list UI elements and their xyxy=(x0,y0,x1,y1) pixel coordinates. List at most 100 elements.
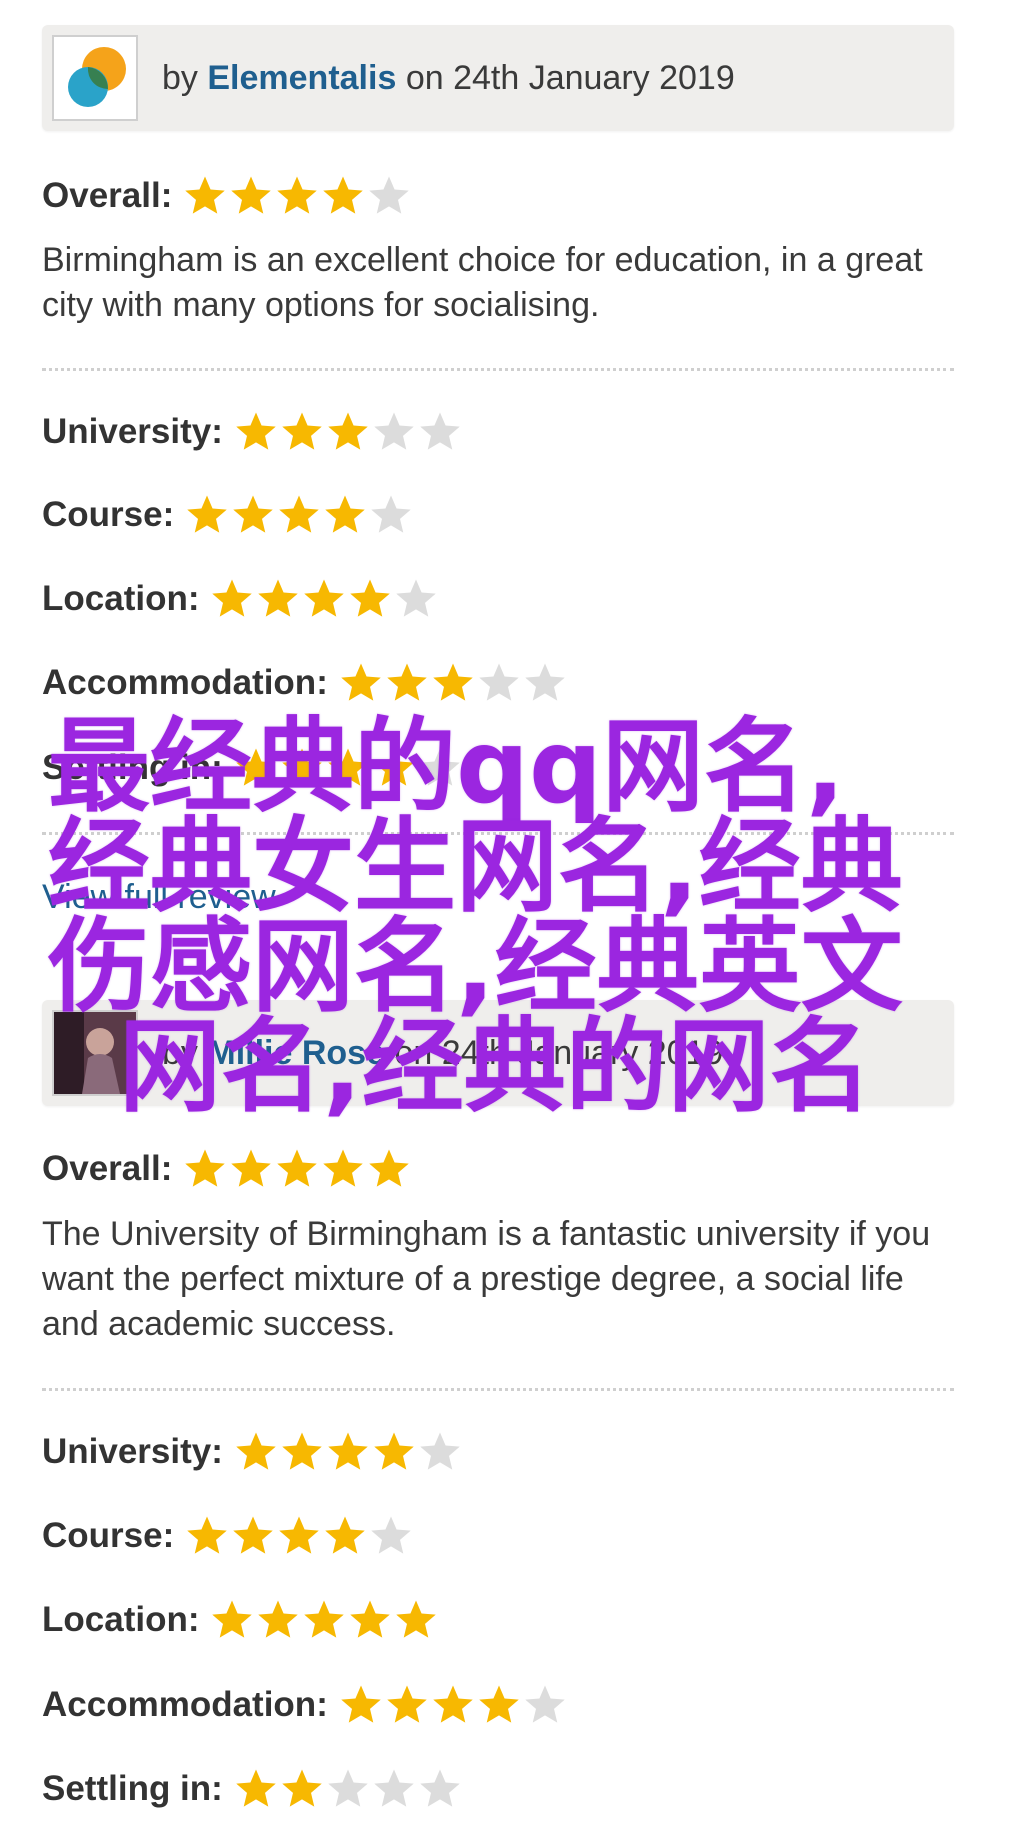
star-filled-icon xyxy=(233,1516,273,1554)
rating-course: Course: xyxy=(42,1508,414,1564)
star-filled-icon xyxy=(325,1516,365,1554)
star-filled-icon xyxy=(374,1432,414,1470)
star-filled-icon xyxy=(233,495,273,533)
star-rating xyxy=(233,409,463,455)
star-filled-icon xyxy=(185,176,226,214)
star-filled-icon xyxy=(350,1600,391,1638)
star-rating xyxy=(184,492,414,538)
star-filled-icon xyxy=(231,1149,272,1187)
star-filled-icon xyxy=(279,1516,319,1554)
star-filled-icon xyxy=(277,176,318,214)
author-link[interactable]: Elementalis xyxy=(207,59,396,97)
rating-accommodation: Accommodation: xyxy=(42,1677,568,1733)
star-filled-icon xyxy=(277,1149,318,1187)
overall-rating: Overall: xyxy=(42,168,412,224)
star-filled-icon xyxy=(187,495,227,533)
overall-rating: Overall: xyxy=(42,1141,412,1197)
review-text: The University of Birmingham is a fantas… xyxy=(42,1215,931,1343)
star-rating xyxy=(209,1597,439,1643)
star-empty-icon xyxy=(369,176,410,214)
star-filled-icon xyxy=(212,1600,253,1638)
star-filled-icon xyxy=(282,412,322,450)
rating-label: University: xyxy=(42,412,223,451)
star-filled-icon xyxy=(258,1600,299,1638)
star-empty-icon xyxy=(396,579,437,617)
rating-settling-in: Settling in: xyxy=(42,1761,463,1817)
star-filled-icon xyxy=(328,1432,368,1470)
review-byline: by Elementalis on 24th January 2019 xyxy=(162,25,735,131)
star-empty-icon xyxy=(371,495,411,533)
by-label: by xyxy=(162,59,198,97)
divider xyxy=(42,1388,954,1391)
star-filled-icon xyxy=(323,176,364,214)
star-filled-icon xyxy=(328,412,368,450)
rating-label: Accommodation: xyxy=(42,1685,328,1724)
rating-label: Location: xyxy=(42,579,200,618)
avatar[interactable] xyxy=(52,35,138,121)
star-filled-icon xyxy=(479,1685,519,1723)
rating-course: Course: xyxy=(42,487,414,543)
review-text: Birmingham is an excellent choice for ed… xyxy=(42,241,923,324)
star-rating xyxy=(182,173,412,219)
overlay-title: 最经典的qq网名, 经典女生网名,经典 伤感网名,经典英文 网名,经典的网名 xyxy=(48,708,903,1127)
star-filled-icon xyxy=(323,1149,364,1187)
star-filled-icon xyxy=(236,1432,276,1470)
star-rating xyxy=(182,1146,412,1192)
star-filled-icon xyxy=(369,1149,410,1187)
star-filled-icon xyxy=(387,663,427,701)
star-filled-icon xyxy=(433,663,473,701)
rating-label: Accommodation: xyxy=(42,663,328,702)
rating-university: University: xyxy=(42,1424,463,1480)
star-rating xyxy=(209,576,439,622)
star-filled-icon xyxy=(231,176,272,214)
star-filled-icon xyxy=(185,1149,226,1187)
star-filled-icon xyxy=(433,1685,473,1723)
rating-label: Course: xyxy=(42,1516,175,1555)
star-filled-icon xyxy=(325,495,365,533)
star-filled-icon xyxy=(304,1600,345,1638)
star-filled-icon xyxy=(236,1769,276,1807)
star-filled-icon xyxy=(350,579,391,617)
star-rating xyxy=(233,1766,463,1812)
rating-location: Location: xyxy=(42,571,439,627)
rating-university: University: xyxy=(42,404,463,460)
divider xyxy=(42,368,954,371)
rating-label: Location: xyxy=(42,1600,200,1639)
star-filled-icon xyxy=(282,1769,322,1807)
user-logo-icon xyxy=(68,47,126,107)
star-rating xyxy=(233,1429,463,1475)
star-filled-icon xyxy=(341,1685,381,1723)
review-date: on 24th January 2019 xyxy=(405,59,735,97)
overall-label: Overall: xyxy=(42,1149,173,1188)
rating-label: Settling in: xyxy=(42,1769,223,1808)
star-filled-icon xyxy=(341,663,381,701)
star-filled-icon xyxy=(396,1600,437,1638)
star-filled-icon xyxy=(187,1516,227,1554)
star-empty-icon xyxy=(420,1432,460,1470)
star-empty-icon xyxy=(525,1685,565,1723)
overall-label: Overall: xyxy=(42,176,173,215)
star-empty-icon xyxy=(374,1769,414,1807)
star-filled-icon xyxy=(279,495,319,533)
star-filled-icon xyxy=(258,579,299,617)
star-filled-icon xyxy=(387,1685,427,1723)
star-empty-icon xyxy=(374,412,414,450)
star-empty-icon xyxy=(479,663,519,701)
star-empty-icon xyxy=(420,1769,460,1807)
star-rating xyxy=(338,660,568,706)
star-rating xyxy=(184,1513,414,1559)
star-rating xyxy=(338,1682,568,1728)
star-filled-icon xyxy=(282,1432,322,1470)
rating-label: Course: xyxy=(42,495,175,534)
star-filled-icon xyxy=(212,579,253,617)
rating-accommodation: Accommodation: xyxy=(42,655,568,711)
rating-location: Location: xyxy=(42,1592,439,1648)
star-empty-icon xyxy=(525,663,565,701)
star-filled-icon xyxy=(236,412,276,450)
star-filled-icon xyxy=(304,579,345,617)
star-empty-icon xyxy=(328,1769,368,1807)
rating-label: University: xyxy=(42,1432,223,1471)
review-header: by Elementalis on 24th January 2019 xyxy=(42,25,954,131)
star-empty-icon xyxy=(420,412,460,450)
star-empty-icon xyxy=(371,1516,411,1554)
